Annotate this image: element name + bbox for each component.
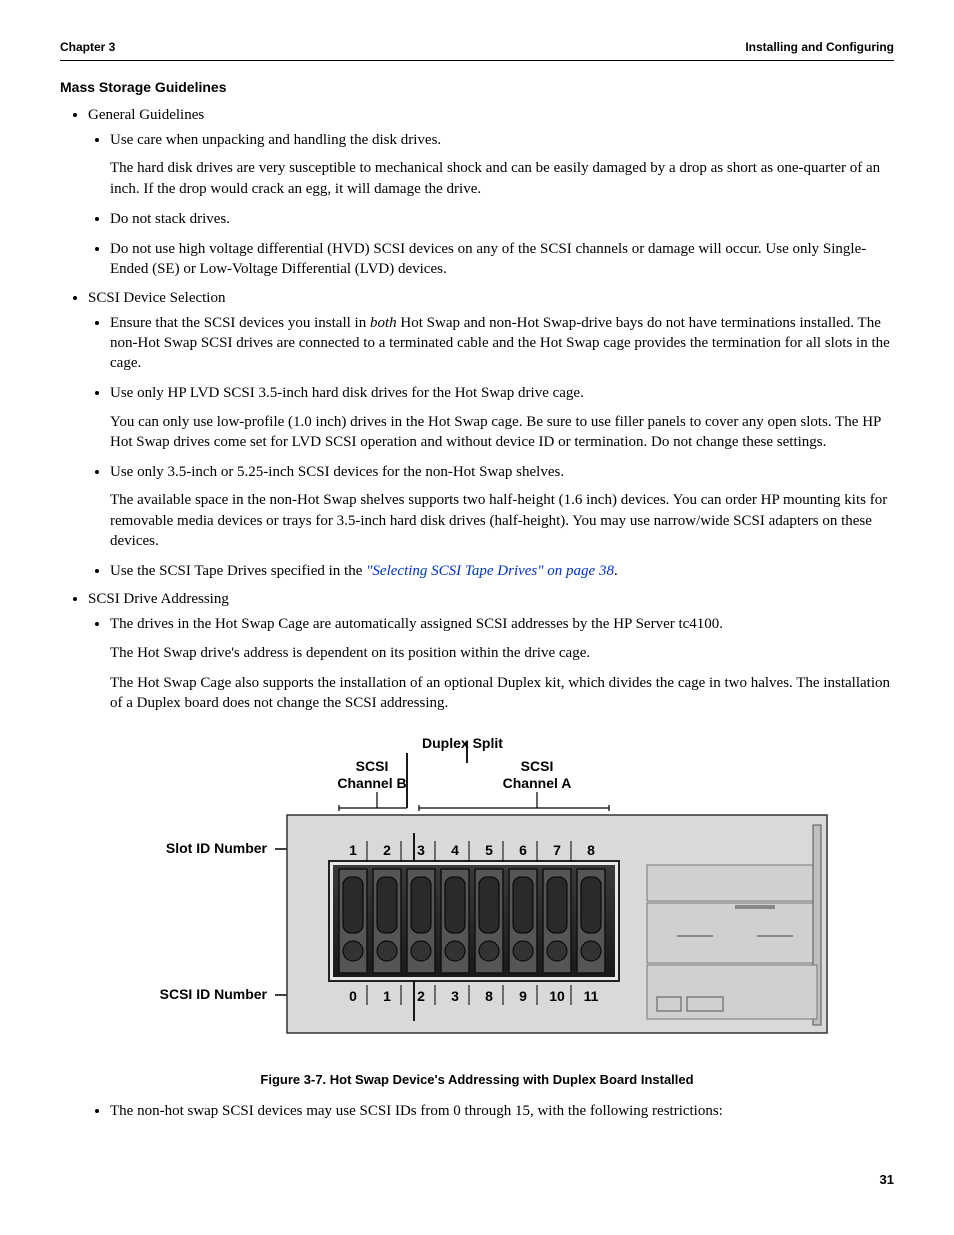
svg-text:9: 9 <box>519 988 527 1004</box>
list-item: Use the SCSI Tape Drives specified in th… <box>110 561 894 581</box>
paragraph: The Hot Swap Cage also supports the inst… <box>110 673 894 714</box>
svg-text:1: 1 <box>349 842 357 858</box>
svg-text:Channel A: Channel A <box>503 775 572 791</box>
svg-text:SCSI: SCSI <box>521 758 554 774</box>
header-left: Chapter 3 <box>60 40 115 54</box>
list-item: The drives in the Hot Swap Cage are auto… <box>110 614 894 713</box>
hotswap-diagram-svg: Duplex Split SCSI Channel B SCSI Channel… <box>117 733 837 1043</box>
svg-text:8: 8 <box>485 988 493 1004</box>
paragraph: The Hot Swap drive's address is dependen… <box>110 643 894 663</box>
svg-text:3: 3 <box>417 842 425 858</box>
header-rule <box>60 60 894 61</box>
paragraph: The available space in the non-Hot Swap … <box>110 490 894 551</box>
subheading: SCSI Device Selection <box>88 290 225 306</box>
svg-text:2: 2 <box>417 988 425 1004</box>
svg-text:1: 1 <box>383 988 391 1004</box>
svg-text:8: 8 <box>587 842 595 858</box>
list-item: Use only HP LVD SCSI 3.5-inch hard disk … <box>110 383 894 452</box>
svg-text:3: 3 <box>451 988 459 1004</box>
svg-text:0: 0 <box>349 988 357 1004</box>
svg-text:10: 10 <box>549 988 565 1004</box>
svg-text:6: 6 <box>519 842 527 858</box>
paragraph: You can only use low-profile (1.0 inch) … <box>110 412 894 453</box>
figure-caption: Figure 3-7. Hot Swap Device's Addressing… <box>60 1072 894 1087</box>
page-number: 31 <box>60 1172 894 1187</box>
list-item: Do not stack drives. <box>110 209 894 229</box>
cross-reference-link[interactable]: "Selecting SCSI Tape Drives" on page 38 <box>366 563 614 579</box>
subheading: SCSI Drive Addressing <box>88 591 229 607</box>
svg-text:SCSI: SCSI <box>356 758 389 774</box>
svg-text:SCSI ID Number: SCSI ID Number <box>160 986 268 1002</box>
list-item: General Guidelines Use care when unpacki… <box>88 107 894 280</box>
list-item: Use care when unpacking and handling the… <box>110 130 894 199</box>
paragraph: The hard disk drives are very susceptibl… <box>110 158 894 199</box>
header-right: Installing and Configuring <box>745 40 894 54</box>
section-title: Mass Storage Guidelines <box>60 79 894 95</box>
svg-text:7: 7 <box>553 842 561 858</box>
list-item: The non-hot swap SCSI devices may use SC… <box>110 1101 894 1121</box>
svg-text:5: 5 <box>485 842 493 858</box>
list-item: Do not use high voltage differential (HV… <box>110 239 894 280</box>
list-item: Ensure that the SCSI devices you install… <box>110 313 894 374</box>
content-list: General Guidelines Use care when unpacki… <box>88 107 894 713</box>
svg-text:Channel B: Channel B <box>337 775 406 791</box>
subheading: General Guidelines <box>88 107 204 123</box>
svg-text:4: 4 <box>451 842 459 858</box>
list-item: SCSI Drive Addressing The drives in the … <box>88 591 894 713</box>
svg-text:Duplex Split: Duplex Split <box>422 735 503 751</box>
list-item: Use only 3.5-inch or 5.25-inch SCSI devi… <box>110 462 894 551</box>
svg-text:Slot ID Number: Slot ID Number <box>166 840 268 856</box>
svg-text:2: 2 <box>383 842 391 858</box>
svg-text:11: 11 <box>584 988 599 1004</box>
list-item: SCSI Device Selection Ensure that the SC… <box>88 290 894 582</box>
running-header: Chapter 3 Installing and Configuring <box>60 40 894 54</box>
figure-diagram: Duplex Split SCSI Channel B SCSI Channel… <box>60 733 894 1048</box>
